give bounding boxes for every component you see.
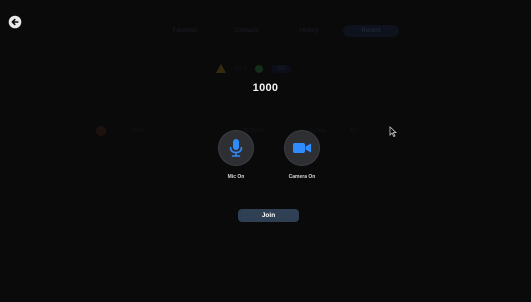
mic-control: Mic On — [216, 130, 256, 180]
mic-toggle-button[interactable] — [218, 130, 254, 166]
mouse-cursor-icon — [389, 126, 398, 137]
join-button[interactable]: Join — [238, 209, 299, 222]
video-camera-icon — [293, 143, 311, 153]
join-overlay: 1000 Mic On Camera On Join — [0, 0, 531, 302]
camera-control: Camera On — [282, 130, 322, 180]
camera-toggle-button[interactable] — [284, 130, 320, 166]
camera-label: Camera On — [288, 174, 316, 180]
mic-label: Mic On — [227, 174, 245, 180]
microphone-icon — [229, 139, 243, 157]
meeting-id: 1000 — [252, 82, 279, 94]
meeting-join-screen: Favorites Contacts History Recent 4.6.1 … — [0, 0, 531, 302]
